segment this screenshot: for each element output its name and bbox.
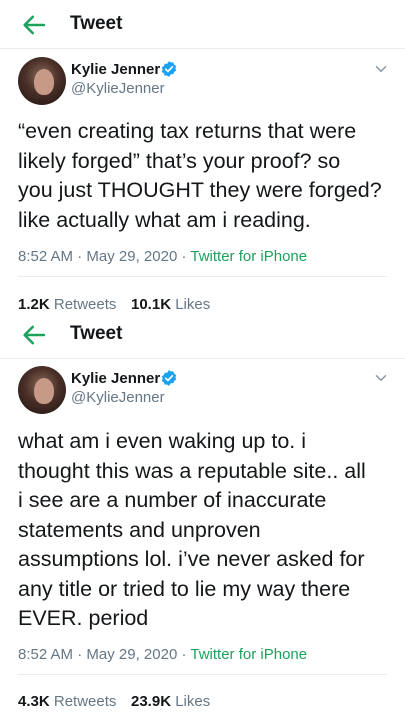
- header-title: Tweet: [70, 13, 123, 34]
- tweet-time: 8:52 AM: [18, 248, 74, 265]
- likes-count: 10.1K: [131, 296, 172, 313]
- retweets-stat[interactable]: 1.2K Retweets: [18, 296, 116, 313]
- tweet-meta: 8:52 AM · May 29, 2020 · Twitter for iPh…: [18, 248, 307, 265]
- author-name[interactable]: Kylie Jenner: [71, 370, 160, 387]
- verified-badge-icon: [161, 61, 177, 77]
- author-handle[interactable]: @KylieJenner: [71, 389, 165, 406]
- tweet-source-link[interactable]: Twitter for iPhone: [190, 646, 307, 663]
- likes-label: Likes: [175, 693, 211, 710]
- likes-count: 23.9K: [131, 693, 172, 710]
- meta-separator: ·: [181, 646, 187, 663]
- tweet-meta: 8:52 AM · May 29, 2020 · Twitter for iPh…: [18, 646, 307, 663]
- back-arrow-icon[interactable]: [19, 10, 49, 40]
- likes-stat[interactable]: 10.1K Likes: [131, 296, 210, 313]
- meta-separator: ·: [77, 646, 83, 663]
- tweet-date: May 29, 2020: [86, 646, 178, 663]
- retweets-label: Retweets: [53, 693, 117, 710]
- tweet-text: what am i even waking up to. i thought t…: [18, 429, 366, 630]
- tweet-date: May 29, 2020: [86, 248, 178, 265]
- retweets-count: 4.3K: [18, 693, 50, 710]
- meta-divider: [18, 674, 387, 675]
- chevron-down-icon[interactable]: [372, 60, 390, 78]
- retweets-stat[interactable]: 4.3K Retweets: [18, 693, 116, 710]
- header-divider: [0, 358, 405, 359]
- tweet-time: 8:52 AM: [18, 646, 74, 663]
- back-arrow-icon[interactable]: [19, 320, 49, 350]
- meta-divider: [18, 276, 387, 277]
- retweets-count: 1.2K: [18, 296, 50, 313]
- avatar[interactable]: [18, 57, 66, 105]
- avatar[interactable]: [18, 366, 66, 414]
- likes-stat[interactable]: 23.9K Likes: [131, 693, 210, 710]
- likes-label: Likes: [175, 296, 211, 313]
- meta-separator: ·: [77, 248, 83, 265]
- chevron-down-icon[interactable]: [372, 369, 390, 387]
- meta-separator: ·: [181, 248, 187, 265]
- retweets-label: Retweets: [53, 296, 117, 313]
- tweet-source-link[interactable]: Twitter for iPhone: [190, 248, 307, 265]
- author-name[interactable]: Kylie Jenner: [71, 61, 160, 78]
- header-divider: [0, 48, 405, 49]
- header-title: Tweet: [70, 323, 123, 344]
- verified-badge-icon: [161, 370, 177, 386]
- tweet-text: “even creating tax returns that were lik…: [18, 119, 382, 232]
- author-handle[interactable]: @KylieJenner: [71, 80, 165, 97]
